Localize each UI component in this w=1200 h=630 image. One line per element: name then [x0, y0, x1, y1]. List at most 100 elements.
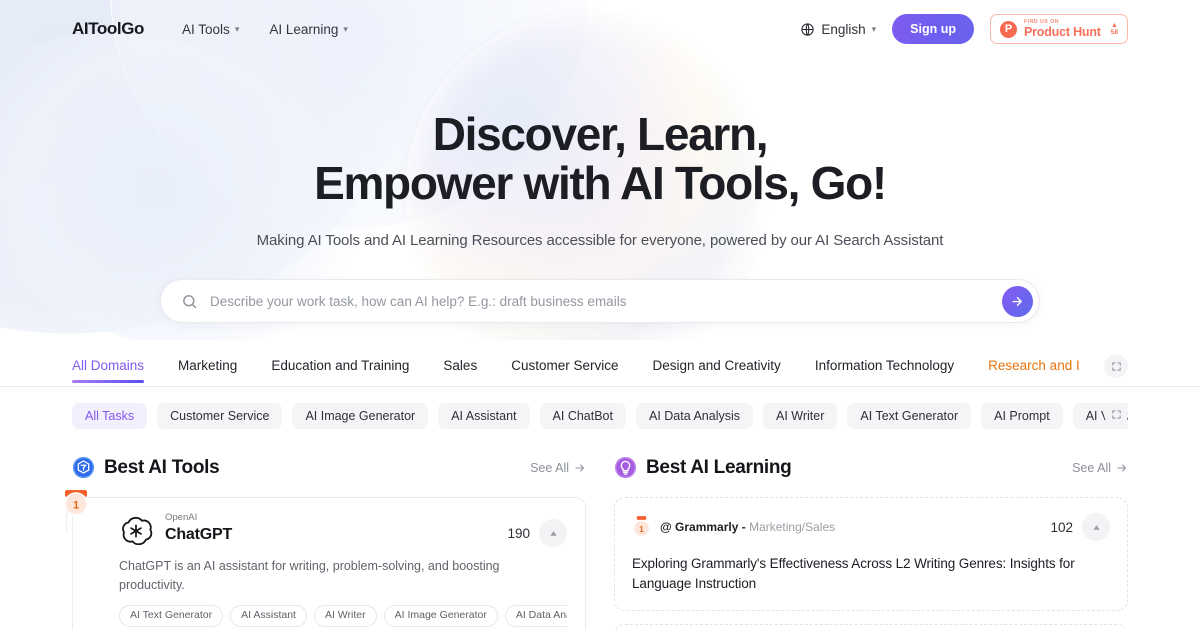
rank-ribbon: 1 — [632, 516, 651, 537]
task-chips: All Tasks Customer Service AI Image Gene… — [72, 401, 1128, 431]
hero-title-line-1: Discover, Learn, — [432, 108, 769, 160]
best-ai-tools-see-all[interactable]: See All — [530, 461, 586, 475]
nav-item-label: AI Tools — [182, 21, 230, 37]
task-chip-ai-chatbot[interactable]: AI ChatBot — [539, 403, 626, 430]
task-chip-all-tasks[interactable]: All Tasks — [72, 403, 148, 430]
search-bar[interactable] — [160, 279, 1040, 324]
tool-upvote-button[interactable] — [539, 519, 567, 548]
task-chip-ai-assistant[interactable]: AI Assistant — [438, 403, 530, 430]
domain-tab-information-technology[interactable]: Information Technology — [815, 358, 954, 382]
upvote-triangle-icon: ▲ — [1110, 21, 1118, 29]
rank-ribbon: 1 — [64, 490, 88, 533]
site-header: AIToolGo AI Tools ▾ AI Learning ▾ Englis… — [0, 0, 1200, 58]
best-ai-learning-see-all[interactable]: See All — [1072, 461, 1128, 475]
task-chip-ai-text-generator[interactable]: AI Text Generator — [847, 403, 972, 430]
task-chip-ai-image-generator[interactable]: AI Image Generator — [292, 403, 429, 430]
product-hunt-vote: ▲ 58 — [1111, 22, 1118, 37]
learning-source[interactable]: @ Grammarly - Marketing/Sales — [660, 520, 835, 534]
tool-tag[interactable]: AI Image Generator — [383, 604, 498, 627]
best-ai-tools-section: Best AI Tools See All 1 OpenAI ChatGPT 1… — [64, 456, 586, 630]
learning-card-next[interactable] — [614, 623, 1128, 630]
nav-item-ai-tools[interactable]: AI Tools ▾ — [182, 22, 239, 37]
arrow-right-icon — [575, 464, 584, 472]
expand-icon — [1111, 362, 1121, 371]
tool-description: ChatGPT is an AI assistant for writing, … — [119, 559, 500, 592]
best-ai-learning-section: Best AI Learning See All 1 @ Grammarly - — [614, 456, 1128, 630]
domain-tabs: All Domains Marketing Education and Trai… — [72, 353, 1128, 386]
tool-vote-count: 190 — [507, 525, 530, 541]
learning-card-top: 1 @ Grammarly - Marketing/Sales 102 — [632, 513, 1110, 542]
upvote-triangle-icon — [1092, 525, 1100, 530]
language-selector[interactable]: English ▾ — [800, 22, 876, 37]
task-chip-ai-writer[interactable]: AI Writer — [763, 403, 838, 430]
tool-tag[interactable]: AI Data Analysis — [504, 604, 567, 627]
tool-card[interactable]: 1 OpenAI ChatGPT 190 ChatGPT is an AI as… — [64, 490, 586, 630]
main-nav: AI Tools ▾ AI Learning ▾ — [182, 22, 348, 37]
arrow-right-icon — [1117, 464, 1126, 472]
learning-category: Marketing/Sales — [749, 520, 836, 535]
task-chip-ai-data-analysis[interactable]: AI Data Analysis — [635, 403, 753, 430]
page-title: Discover, Learn, Empower with AI Tools, … — [0, 108, 1200, 208]
chevron-down-icon: ▾ — [343, 23, 348, 34]
openai-logo-icon — [122, 517, 153, 546]
hero-subtitle: Making AI Tools and AI Learning Resource… — [256, 232, 944, 250]
domain-tab-marketing[interactable]: Marketing — [178, 358, 237, 382]
tool-tag[interactable]: AI Assistant — [230, 604, 307, 627]
learning-upvote-button[interactable] — [1082, 513, 1110, 542]
domain-tab-education-and-training[interactable]: Education and Training — [271, 358, 409, 382]
lightbulb-icon — [614, 457, 637, 479]
tool-tag[interactable]: AI Writer — [313, 604, 377, 627]
search-icon — [183, 295, 197, 309]
search-submit-button[interactable] — [1002, 285, 1033, 317]
domain-tabs-container: All Domains Marketing Education and Trai… — [0, 353, 1200, 388]
task-chip-ai-prompt[interactable]: AI Prompt — [981, 403, 1063, 430]
task-chips-container: All Tasks Customer Service AI Image Gene… — [0, 387, 1200, 431]
language-label: English — [821, 21, 866, 37]
domain-tab-research-and-insights[interactable]: Research and I — [988, 358, 1080, 382]
hero-section: Discover, Learn, Empower with AI Tools, … — [0, 58, 1200, 249]
best-ai-tools-header: Best AI Tools See All — [72, 456, 586, 479]
nav-item-ai-learning[interactable]: AI Learning ▾ — [269, 22, 348, 37]
arrow-right-icon — [1012, 297, 1022, 306]
tool-tag[interactable]: AI Text Generator — [119, 604, 224, 627]
tool-card-top: OpenAI ChatGPT 190 — [119, 513, 567, 548]
learning-source-name: @ Grammarly — [660, 520, 739, 535]
tool-vendor: OpenAI — [165, 512, 198, 524]
see-all-label: See All — [1072, 460, 1111, 475]
learning-card[interactable]: 1 @ Grammarly - Marketing/Sales 102 Expl… — [614, 497, 1128, 611]
logo[interactable]: AIToolGo — [72, 19, 144, 39]
domains-expand-button[interactable] — [1104, 354, 1128, 379]
svg-text:1: 1 — [73, 500, 79, 512]
best-ai-learning-header: Best AI Learning See All — [614, 456, 1128, 479]
tool-identity: OpenAI ChatGPT — [165, 513, 232, 544]
tool-tags: AI Text Generator AI Assistant AI Writer… — [119, 604, 567, 627]
product-hunt-text: FIND US ON Product Hunt — [1024, 19, 1101, 39]
learning-separator: - — [741, 520, 746, 535]
best-ai-learning-title: Best AI Learning — [646, 456, 792, 478]
product-hunt-name: Product Hunt — [1024, 24, 1101, 39]
learning-vote-box: 102 — [1050, 513, 1110, 542]
learning-title[interactable]: Exploring Grammarly's Effectiveness Acro… — [632, 554, 1110, 592]
task-chip-customer-service[interactable]: Customer Service — [157, 403, 283, 430]
expand-icon — [1111, 410, 1121, 419]
product-hunt-badge[interactable]: P FIND US ON Product Hunt ▲ 58 — [990, 14, 1128, 44]
sign-up-button[interactable]: Sign up — [892, 14, 974, 44]
domain-tab-design-and-creativity[interactable]: Design and Creativity — [653, 358, 781, 382]
upvote-triangle-icon — [549, 531, 557, 536]
svg-text:1: 1 — [639, 525, 644, 534]
globe-icon — [801, 22, 815, 36]
chevron-down-icon: ▾ — [871, 23, 877, 34]
search-input[interactable] — [198, 293, 1002, 309]
learning-vote-count: 102 — [1050, 519, 1073, 535]
see-all-label: See All — [530, 460, 569, 475]
tool-vote-box: 190 — [507, 513, 567, 548]
domain-tab-customer-service[interactable]: Customer Service — [511, 358, 618, 382]
header-actions: English ▾ Sign up P FIND US ON Product H… — [800, 14, 1128, 44]
domain-tab-sales[interactable]: Sales — [443, 358, 477, 382]
product-hunt-icon: P — [1000, 20, 1017, 38]
domain-tab-all-domains[interactable]: All Domains — [72, 358, 145, 383]
shield-badge-icon — [72, 457, 95, 479]
content-sections: Best AI Tools See All 1 OpenAI ChatGPT 1… — [0, 431, 1200, 630]
tool-name: ChatGPT — [165, 525, 233, 543]
chevron-down-icon: ▾ — [234, 23, 240, 34]
